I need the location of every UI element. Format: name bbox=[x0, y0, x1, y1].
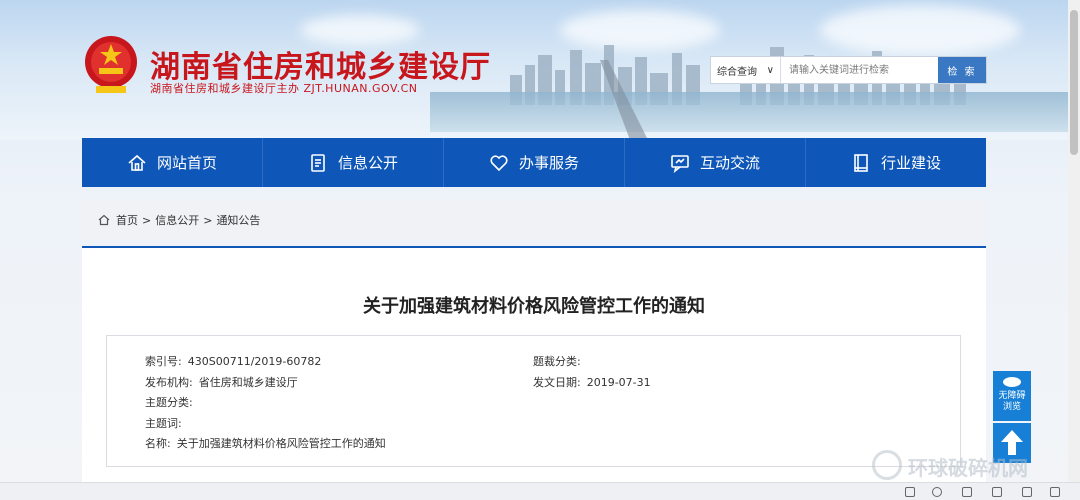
nav-label: 办事服务 bbox=[518, 154, 579, 172]
meta-category: 题裁分类: bbox=[533, 353, 587, 369]
close-icon[interactable] bbox=[1050, 487, 1060, 497]
search-scope-select[interactable]: 综合查询 ∨ bbox=[711, 57, 781, 83]
breadcrumb-home[interactable]: 首页 bbox=[116, 212, 138, 228]
heart-icon bbox=[490, 154, 508, 171]
nav-item-industry[interactable]: 行业建设 bbox=[806, 138, 986, 187]
meta-value: 430S00711/2019-60782 bbox=[187, 355, 322, 368]
breadcrumb-separator: > bbox=[142, 213, 152, 227]
meta-publisher: 发布机构: 省住房和城乡建设厅 bbox=[145, 374, 298, 390]
meta-label: 主题词: bbox=[145, 417, 182, 430]
accessibility-label: 无障碍浏览 bbox=[998, 391, 1026, 412]
main-nav: 网站首页 信息公开 办事服务 互动交流 行业建设 bbox=[82, 138, 986, 187]
accessibility-button[interactable]: 无障碍浏览 bbox=[993, 371, 1031, 421]
nav-item-interaction[interactable]: 互动交流 bbox=[625, 138, 806, 187]
meta-label: 名称: bbox=[145, 437, 171, 450]
article-title: 关于加强建筑材料价格风险管控工作的通知 bbox=[363, 296, 705, 317]
trash-icon[interactable] bbox=[962, 487, 972, 497]
browser-toolbar bbox=[0, 482, 1080, 500]
article-panel: 关于加强建筑材料价格风险管控工作的通知 索引号: 430S00711/2019-6… bbox=[82, 246, 986, 500]
restore-icon[interactable] bbox=[1022, 487, 1032, 497]
document-icon bbox=[311, 153, 325, 172]
scrollbar-thumb[interactable] bbox=[1070, 10, 1078, 155]
national-emblem-logo bbox=[85, 36, 137, 93]
watermark-text: 环球破碎机网 bbox=[908, 456, 1028, 480]
nav-label: 网站首页 bbox=[156, 154, 217, 172]
site-subtitle: 湖南省住房和城乡建设厅主办 ZJT.HUNAN.GOV.CN bbox=[150, 82, 418, 95]
breadcrumb: 首页 > 信息公开 > 通知公告 bbox=[82, 200, 986, 240]
chevron-down-icon: ∨ bbox=[766, 64, 774, 76]
meta-label: 主题分类: bbox=[145, 396, 193, 409]
meta-index: 索引号: 430S00711/2019-60782 bbox=[145, 353, 321, 369]
search-button[interactable]: 检 索 bbox=[938, 57, 986, 83]
search-input[interactable] bbox=[781, 57, 938, 83]
eye-icon bbox=[1003, 377, 1021, 387]
meta-topic: 主题分类: bbox=[145, 394, 199, 410]
breadcrumb-info[interactable]: 信息公开 bbox=[155, 212, 199, 228]
search-scope-label: 综合查询 bbox=[717, 66, 757, 78]
nav-label: 行业建设 bbox=[880, 154, 941, 172]
pin-icon[interactable] bbox=[905, 487, 915, 497]
bridge-image bbox=[600, 60, 648, 140]
minimize-icon[interactable] bbox=[992, 487, 1002, 497]
vertical-scrollbar[interactable] bbox=[1068, 0, 1080, 500]
nav-label: 互动交流 bbox=[699, 154, 760, 172]
river-image bbox=[430, 92, 1068, 132]
meta-value: 关于加强建筑材料价格风险管控工作的通知 bbox=[176, 437, 386, 450]
home-icon bbox=[98, 214, 110, 226]
meta-label: 发文日期: bbox=[533, 376, 581, 389]
nav-item-services[interactable]: 办事服务 bbox=[444, 138, 625, 187]
article-meta-box: 索引号: 430S00711/2019-60782 题裁分类: 发布机构: 省住房和… bbox=[106, 335, 961, 467]
chat-icon bbox=[671, 154, 689, 173]
book-icon bbox=[854, 153, 868, 172]
breadcrumb-notices[interactable]: 通知公告 bbox=[216, 212, 260, 228]
nav-item-home[interactable]: 网站首页 bbox=[82, 138, 263, 187]
home-icon bbox=[128, 154, 146, 171]
history-icon[interactable] bbox=[932, 487, 942, 497]
watermark-logo bbox=[872, 450, 902, 480]
meta-name: 名称: 关于加强建筑材料价格风险管控工作的通知 bbox=[145, 435, 386, 451]
search-bar: 综合查询 ∨ 检 索 bbox=[710, 56, 987, 84]
nav-item-info[interactable]: 信息公开 bbox=[263, 138, 444, 187]
meta-label: 题裁分类: bbox=[533, 355, 581, 368]
meta-label: 索引号: bbox=[145, 355, 182, 368]
meta-value: 2019-07-31 bbox=[586, 376, 651, 389]
breadcrumb-separator: > bbox=[203, 213, 213, 227]
meta-keywords: 主题词: bbox=[145, 415, 188, 431]
nav-label: 信息公开 bbox=[337, 154, 398, 172]
meta-label: 发布机构: bbox=[145, 376, 193, 389]
meta-value: 省住房和城乡建设厅 bbox=[198, 376, 298, 389]
meta-date: 发文日期: 2019-07-31 bbox=[533, 374, 651, 390]
